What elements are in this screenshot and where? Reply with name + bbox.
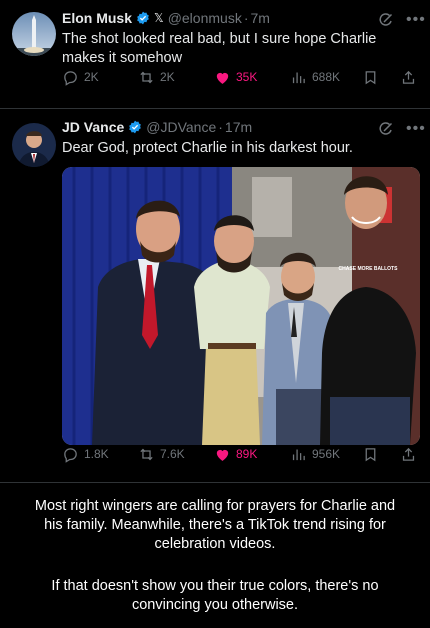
author-handle[interactable]: @elonmusk [168,10,242,26]
views-count: 956K [312,447,341,461]
reply-count: 2K [84,70,99,84]
reply-count: 1.8K [84,447,109,461]
views-icon [292,72,305,83]
more-icon[interactable]: ••• [406,12,426,28]
repost-button[interactable]: 7.6K [138,446,185,463]
separator-dot: · [218,119,223,135]
views-icon [292,449,305,460]
shirt-print-text: CHASE MORE BALLOTS [339,266,399,272]
caption-line: his family. Meanwhile, there's a TikTok … [44,517,386,533]
caption-paragraph-2: If that doesn't show you their true colo… [10,577,420,615]
group-photo-image: CHASE MORE BALLOTS [62,167,420,445]
repost-button[interactable]: 2K [138,69,175,86]
tweet-menu: ••• [378,12,426,28]
grok-icon[interactable] [378,12,394,28]
bookmark-button[interactable] [362,69,379,86]
caption-line: celebration videos. [154,536,276,552]
caption-paragraph-1: Most right wingers are calling for praye… [10,497,420,554]
verified-badge-icon [137,11,149,25]
like-count: 89K [236,447,258,461]
tweet-text: Dear God, protect Charlie in his darkest… [62,140,353,156]
caption-line: Most right wingers are calling for praye… [34,498,396,514]
tweet-elon[interactable]: Elon Musk 𝕏 @elonmusk · 7m ••• The shot … [0,0,430,108]
repost-icon [140,448,153,460]
author-name[interactable]: Elon Musk [62,10,132,26]
tweet-time[interactable]: 17m [225,119,252,135]
reply-icon [64,70,77,86]
avatar-vance[interactable] [12,123,56,167]
like-button[interactable]: 89K [214,446,257,463]
avatar-elon[interactable] [12,12,56,56]
views-count: 688K [312,70,341,84]
grok-icon[interactable] [378,121,394,137]
section-divider [0,482,430,483]
like-icon [216,449,229,461]
tweet-text-line: The shot looked real bad, but I sure hop… [62,31,377,47]
caption-line: If that doesn't show you their true colo… [51,578,379,594]
reply-button[interactable]: 1.8K [62,446,109,463]
author-handle[interactable]: @JDVance [146,119,216,135]
tweet-header: JD Vance @JDVance · 17m [62,119,252,135]
tweet-menu: ••• [378,121,426,137]
repost-icon [140,71,153,83]
tweet-header: Elon Musk 𝕏 @elonmusk · 7m [62,10,270,26]
repost-count: 7.6K [160,447,185,461]
tweet-text: The shot looked real bad, but I sure hop… [62,30,412,68]
repost-count: 2K [160,70,175,84]
bookmark-button[interactable] [362,446,379,463]
like-button[interactable]: 35K [214,69,257,86]
views-button[interactable]: 688K [290,69,340,86]
share-button[interactable] [400,446,417,463]
tweet-photo[interactable]: CHASE MORE BALLOTS [62,167,420,445]
verified-badge-icon [129,120,142,134]
rocket-avatar-image [12,12,56,56]
x-badge-icon: 𝕏 [154,11,164,25]
more-icon[interactable]: ••• [406,121,426,137]
person-avatar-image [12,123,56,167]
caption-line: convincing you otherwise. [131,597,299,613]
share-button[interactable] [400,69,417,86]
separator-dot: · [243,10,249,26]
tweet-text-line: makes it somehow [62,50,183,66]
share-icon [402,447,415,461]
like-icon [216,72,229,84]
reply-icon [64,447,77,463]
like-count: 35K [236,70,258,84]
author-name[interactable]: JD Vance [62,119,124,135]
views-button[interactable]: 956K [290,446,340,463]
tweet-time[interactable]: 7m [251,10,270,26]
bookmark-icon [365,447,376,461]
tweet-vance[interactable]: JD Vance @JDVance · 17m ••• Dear God, pr… [0,109,430,481]
share-icon [402,70,415,84]
bookmark-icon [365,70,376,84]
reply-button[interactable]: 2K [62,69,99,86]
